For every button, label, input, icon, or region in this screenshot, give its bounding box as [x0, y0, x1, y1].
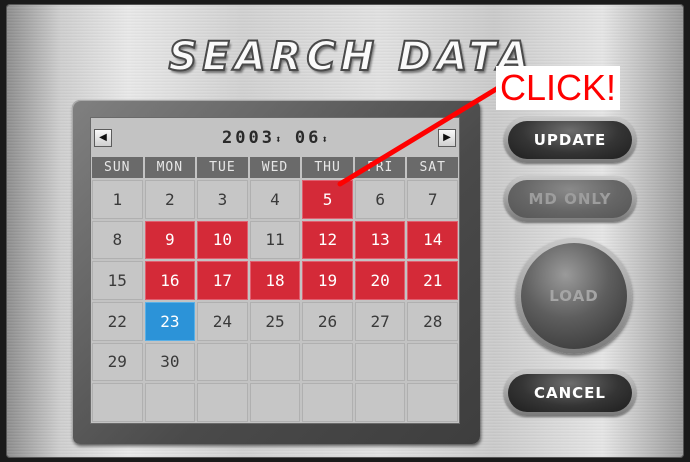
- click-callout-label: CLICK!: [496, 66, 620, 110]
